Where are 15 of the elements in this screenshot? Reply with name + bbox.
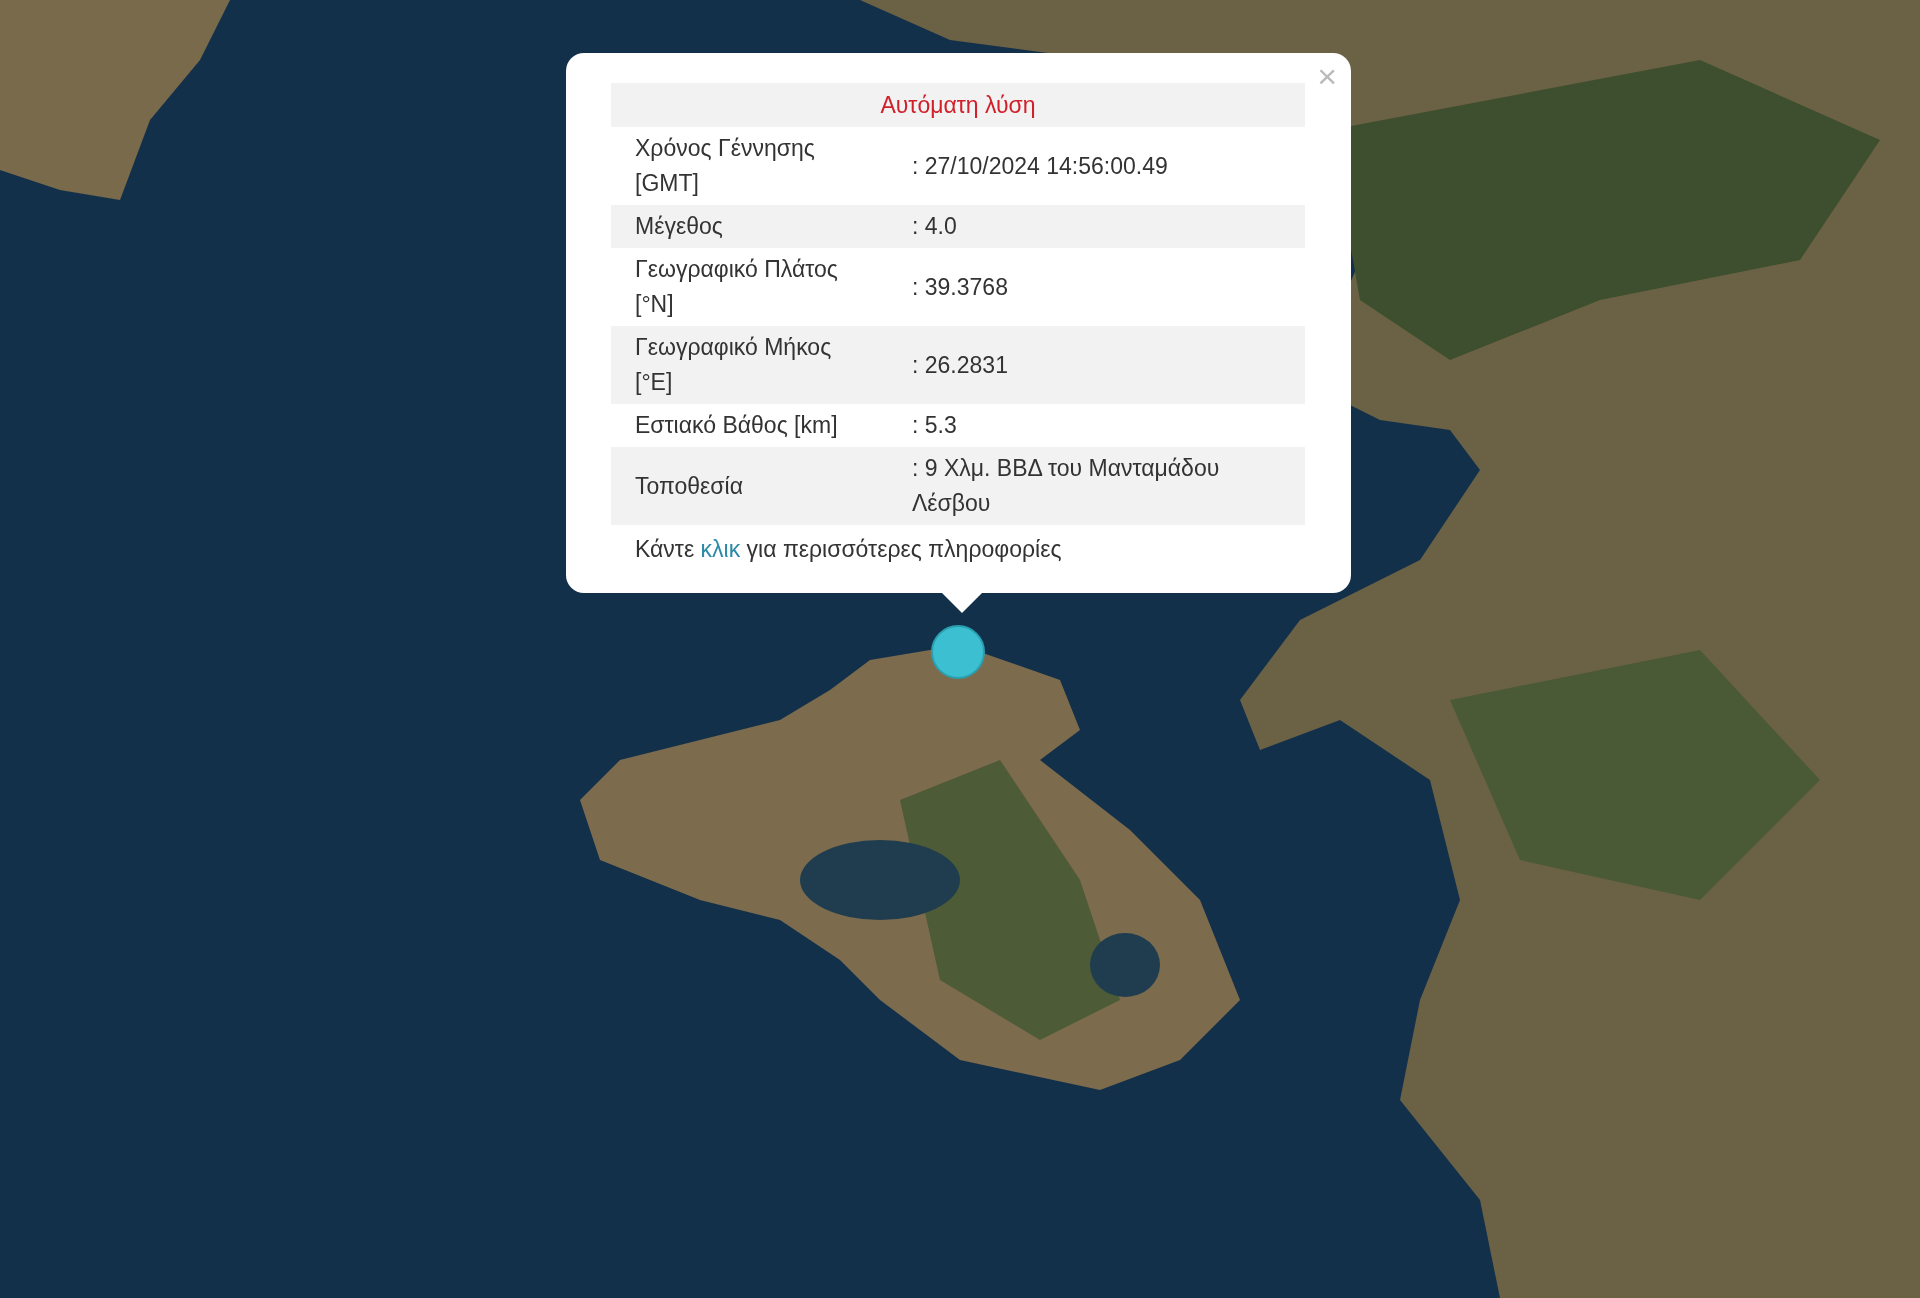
field-label: Τοποθεσία [634, 471, 744, 501]
field-value: : 39.3768 [912, 272, 1009, 302]
field-value: : 26.2831 [912, 350, 1009, 380]
field-label: Μέγεθος [634, 212, 724, 241]
field-label: Εστιακό Βάθος [km] [634, 411, 839, 440]
field-value: : 4.0 [912, 212, 958, 241]
more-info-sentence: Κάντε κλικ για περισσότερες πληροφορίες [634, 535, 1063, 564]
popup-title: Αυτόματη λύση [611, 83, 1305, 127]
field-label: Γεωγραφικό Μήκος [°E] [634, 333, 833, 397]
field-label: Γεωγραφικό Πλάτος [°N] [634, 255, 839, 319]
field-value: : 27/10/2024 14:56:00.49 [912, 151, 1169, 181]
more-info-link[interactable]: κλικ [700, 536, 741, 562]
field-value: : 9 Χλμ. ΒΒΔ του Μανταμάδου Λέσβου [912, 454, 1221, 518]
field-value: : 5.3 [912, 411, 958, 440]
field-label: Χρόνος Γέννησης [GMT] [634, 134, 816, 198]
